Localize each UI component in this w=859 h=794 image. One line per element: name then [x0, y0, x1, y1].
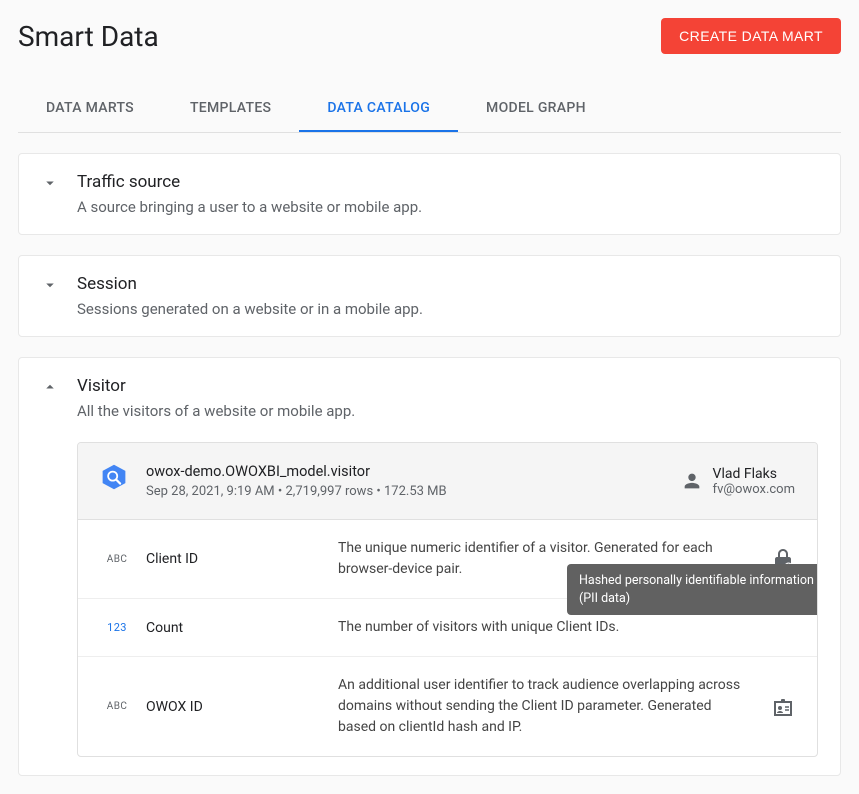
field-row-client-id[interactable]: ABC Client ID The unique numeric identif…	[78, 520, 817, 599]
model-header: owox-demo.OWOXBI_model.visitor Sep 28, 2…	[78, 443, 817, 520]
type-badge-number: 123	[100, 621, 134, 634]
create-data-mart-button[interactable]: CREATE DATA MART	[661, 18, 841, 54]
section-description: Sessions generated on a website or in a …	[77, 300, 423, 318]
tab-data-marts[interactable]: DATA MARTS	[18, 86, 162, 132]
tab-bar: DATA MARTS TEMPLATES DATA CATALOG MODEL …	[18, 86, 841, 133]
section-description: All the visitors of a website or mobile …	[77, 402, 355, 420]
chevron-down-icon[interactable]	[41, 276, 59, 294]
chevron-down-icon[interactable]	[41, 174, 59, 192]
tab-model-graph[interactable]: MODEL GRAPH	[458, 86, 614, 132]
field-description: An additional user identifier to track a…	[338, 675, 759, 738]
model-name: owox-demo.OWOXBI_model.visitor	[146, 463, 447, 480]
section-description: A source bringing a user to a website or…	[77, 198, 422, 216]
section-visitor: Visitor All the visitors of a website or…	[18, 357, 841, 776]
section-title: Session	[77, 274, 423, 294]
section-title: Visitor	[77, 376, 355, 396]
model-container: owox-demo.OWOXBI_model.visitor Sep 28, 2…	[77, 442, 818, 757]
section-title: Traffic source	[77, 172, 422, 192]
bigquery-icon	[100, 463, 128, 491]
model-owner: Vlad Flaks fv@owox.com	[681, 466, 795, 497]
tooltip: Hashed personally identifiable informati…	[567, 564, 818, 615]
id-badge-icon[interactable]	[771, 695, 795, 719]
field-name: Count	[146, 620, 326, 636]
section-traffic-source: Traffic source A source bringing a user …	[18, 153, 841, 235]
tab-data-catalog[interactable]: DATA CATALOG	[299, 86, 458, 132]
owner-name: Vlad Flaks	[713, 466, 795, 482]
field-name: OWOX ID	[146, 699, 326, 715]
tab-templates[interactable]: TEMPLATES	[162, 86, 299, 132]
field-description: The number of visitors with unique Clien…	[338, 617, 759, 638]
type-badge-string: ABC	[100, 554, 134, 565]
chevron-up-icon[interactable]	[41, 378, 59, 396]
field-name: Client ID	[146, 551, 326, 567]
model-meta: Sep 28, 2021, 9:19 AM • 2,719,997 rows •…	[146, 484, 447, 499]
page-title: Smart Data	[18, 20, 159, 53]
type-badge-string: ABC	[100, 701, 134, 712]
person-icon	[681, 470, 703, 492]
section-session: Session Sessions generated on a website …	[18, 255, 841, 337]
field-row-owox-id[interactable]: ABC OWOX ID An additional user identifie…	[78, 657, 817, 756]
owner-email: fv@owox.com	[713, 482, 795, 497]
